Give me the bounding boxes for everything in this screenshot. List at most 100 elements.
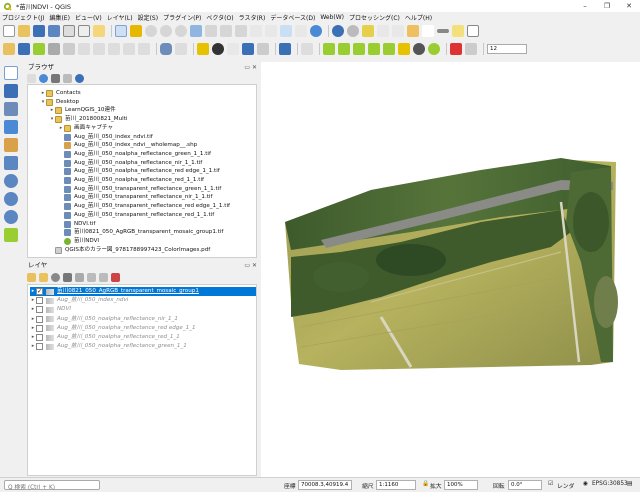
- zoom-out-icon[interactable]: [160, 25, 172, 37]
- magnet-snapping-icon[interactable]: [450, 43, 462, 55]
- browser-item[interactable]: ▾ Desktop: [40, 98, 79, 107]
- menu-vector[interactable]: ベクタ(O): [206, 13, 233, 22]
- pan-to-selection-icon[interactable]: [130, 25, 142, 37]
- minimize-button[interactable]: –: [574, 0, 596, 12]
- crs-globe-icon[interactable]: ◉: [583, 481, 588, 487]
- expand-all-icon[interactable]: [87, 272, 96, 282]
- menu-view[interactable]: ビュー(V): [75, 13, 102, 22]
- label-tool-e-icon[interactable]: [383, 43, 395, 55]
- layer-item[interactable]: ▸ ✓ 苗川0821_050_AgRGB_transparent_mosaic_gr…: [30, 287, 256, 296]
- menu-help[interactable]: ヘルプ(H): [405, 13, 432, 22]
- layer-visibility-checkbox[interactable]: [36, 297, 43, 305]
- browser-item[interactable]: Aug_苗川_050_index_ndvi.tif: [58, 133, 153, 142]
- layer-visibility-checkbox[interactable]: [36, 315, 43, 323]
- browser-item[interactable]: QGIS本のカラー図_9781788997423_ColorImages.pdf: [49, 246, 210, 255]
- browser-item[interactable]: Aug_苗川_050_noalpha_reflectance_red_1_1.t…: [58, 176, 204, 185]
- snapping-tolerance-input[interactable]: 12: [487, 44, 527, 54]
- locator-search-input[interactable]: Q 検索 (Ctrl + K): [4, 480, 100, 491]
- add-wms-icon[interactable]: [4, 156, 18, 170]
- refresh-browser-icon[interactable]: [39, 73, 48, 83]
- manage-themes-icon[interactable]: [51, 272, 60, 282]
- add-vector-layer-icon[interactable]: [4, 66, 18, 80]
- save-edits-icon[interactable]: [18, 43, 30, 55]
- grass-icon[interactable]: [175, 43, 187, 55]
- paste-features-icon[interactable]: [108, 43, 120, 55]
- layer-item[interactable]: ▸ Aug_苗川_050_noalpha_reflectance_green_1_…: [30, 342, 187, 351]
- add-wcs-icon[interactable]: [4, 192, 18, 206]
- text-annotation-icon[interactable]: [467, 25, 479, 37]
- filter-expression-icon[interactable]: [75, 272, 84, 282]
- browser-item[interactable]: Aug_苗川_050_transparent_reflectance_red_1…: [58, 211, 214, 220]
- redo-icon[interactable]: [138, 43, 150, 55]
- scale-field[interactable]: 1:1160: [376, 480, 416, 490]
- layer-visibility-checkbox[interactable]: [36, 334, 43, 341]
- zoom-in-icon[interactable]: [145, 25, 157, 37]
- menu-layer[interactable]: レイヤ(L): [107, 13, 133, 22]
- python-console-icon[interactable]: [242, 43, 254, 55]
- add-group-icon[interactable]: [39, 272, 48, 282]
- collapse-all-layers-icon[interactable]: [99, 272, 108, 282]
- label-tool-b-icon[interactable]: [338, 43, 350, 55]
- layer-item[interactable]: ▸ Aug_苗川_050_noalpha_reflectance_red_1_1: [30, 333, 180, 342]
- delete-selected-icon[interactable]: [63, 43, 75, 55]
- rotation-field[interactable]: 0.0°: [508, 480, 542, 490]
- menu-settings[interactable]: 設定(S): [138, 13, 159, 22]
- map-tips-icon[interactable]: [452, 25, 464, 37]
- save-as-icon[interactable]: [48, 25, 60, 37]
- layer-item[interactable]: ▸ NDVI: [30, 305, 71, 314]
- style-panel-icon[interactable]: [27, 272, 36, 282]
- magnifier-field[interactable]: 100%: [444, 480, 478, 490]
- label-tool-f-icon[interactable]: [398, 43, 410, 55]
- menu-plugins[interactable]: プラグイン(P): [163, 13, 201, 22]
- browser-item[interactable]: ▾ 苗川_201800821_Multi: [49, 115, 128, 124]
- vertex-tool-icon[interactable]: [48, 43, 60, 55]
- layer-item[interactable]: ▸ Aug_苗川_050_noalpha_reflectance_nir_1_1: [30, 315, 178, 324]
- identify-icon[interactable]: [332, 25, 344, 37]
- browser-item[interactable]: Aug_苗川_050_noalpha_reflectance_green_1_1…: [58, 150, 211, 159]
- zoom-full-icon[interactable]: [190, 25, 202, 37]
- browser-item[interactable]: ▸ LearnQGIS_10連件: [49, 106, 116, 115]
- processing-toolbox-icon[interactable]: [257, 43, 269, 55]
- browser-item[interactable]: Aug_苗川_050_transparent_reflectance_nir_1…: [58, 193, 212, 202]
- copy-features-icon[interactable]: [93, 43, 105, 55]
- crs-label[interactable]: EPSG:30853: [592, 481, 628, 487]
- refresh-icon[interactable]: [310, 25, 322, 37]
- zoom-last-icon[interactable]: [250, 25, 262, 37]
- zoom-rubber-icon[interactable]: [175, 25, 187, 37]
- new-project-icon[interactable]: [3, 25, 15, 37]
- maximize-button[interactable]: ❐: [596, 0, 618, 12]
- label-tool-h-icon[interactable]: [428, 43, 440, 55]
- pencil-edit-icon[interactable]: [3, 43, 15, 55]
- menu-processing[interactable]: プロセッシング(C): [349, 13, 400, 22]
- cut-features-icon[interactable]: [78, 43, 90, 55]
- label-tool-c-icon[interactable]: [353, 43, 365, 55]
- layer-visibility-checkbox[interactable]: [36, 306, 43, 314]
- panel-float-close-icon[interactable]: ▭ ✕: [244, 261, 257, 271]
- zoom-next-icon[interactable]: [265, 25, 277, 37]
- zoom-native-icon[interactable]: [235, 25, 247, 37]
- browser-item[interactable]: Aug_苗川_050_transparent_reflectance_green…: [58, 185, 221, 194]
- add-selected-icon[interactable]: [27, 73, 36, 83]
- layer-visibility-checkbox[interactable]: ✓: [36, 288, 43, 295]
- menu-database[interactable]: データベース(D): [270, 13, 315, 22]
- browser-item[interactable]: Aug_苗川_050_index_ndvi__wholemap__.shp: [58, 141, 197, 150]
- georeferencer-icon[interactable]: [301, 43, 313, 55]
- save-project-icon[interactable]: [33, 25, 45, 37]
- collapse-all-icon[interactable]: [63, 73, 72, 83]
- label-tool-a-icon[interactable]: [323, 43, 335, 55]
- label-tool-g-icon[interactable]: [413, 43, 425, 55]
- zoom-selection-icon[interactable]: [205, 25, 217, 37]
- menu-web[interactable]: Web(W): [320, 14, 344, 21]
- open-project-icon[interactable]: [18, 25, 30, 37]
- menu-edit[interactable]: 編集(E): [49, 13, 69, 22]
- zoom-layer-icon[interactable]: [220, 25, 232, 37]
- remove-layer-icon[interactable]: [111, 272, 120, 282]
- filter-browser-icon[interactable]: [51, 73, 60, 83]
- browser-item[interactable]: Aug_苗川_050_noalpha_reflectance_red edge_…: [58, 167, 220, 176]
- browser-item[interactable]: NDVI.tif: [58, 220, 95, 229]
- print-layout-icon[interactable]: [63, 25, 75, 37]
- style-manager-icon[interactable]: [93, 25, 105, 37]
- layout-manager-icon[interactable]: [78, 25, 90, 37]
- select-feature-icon[interactable]: [362, 25, 374, 37]
- layer-item[interactable]: ▸ Aug_苗川_050_index_ndvi: [30, 296, 128, 305]
